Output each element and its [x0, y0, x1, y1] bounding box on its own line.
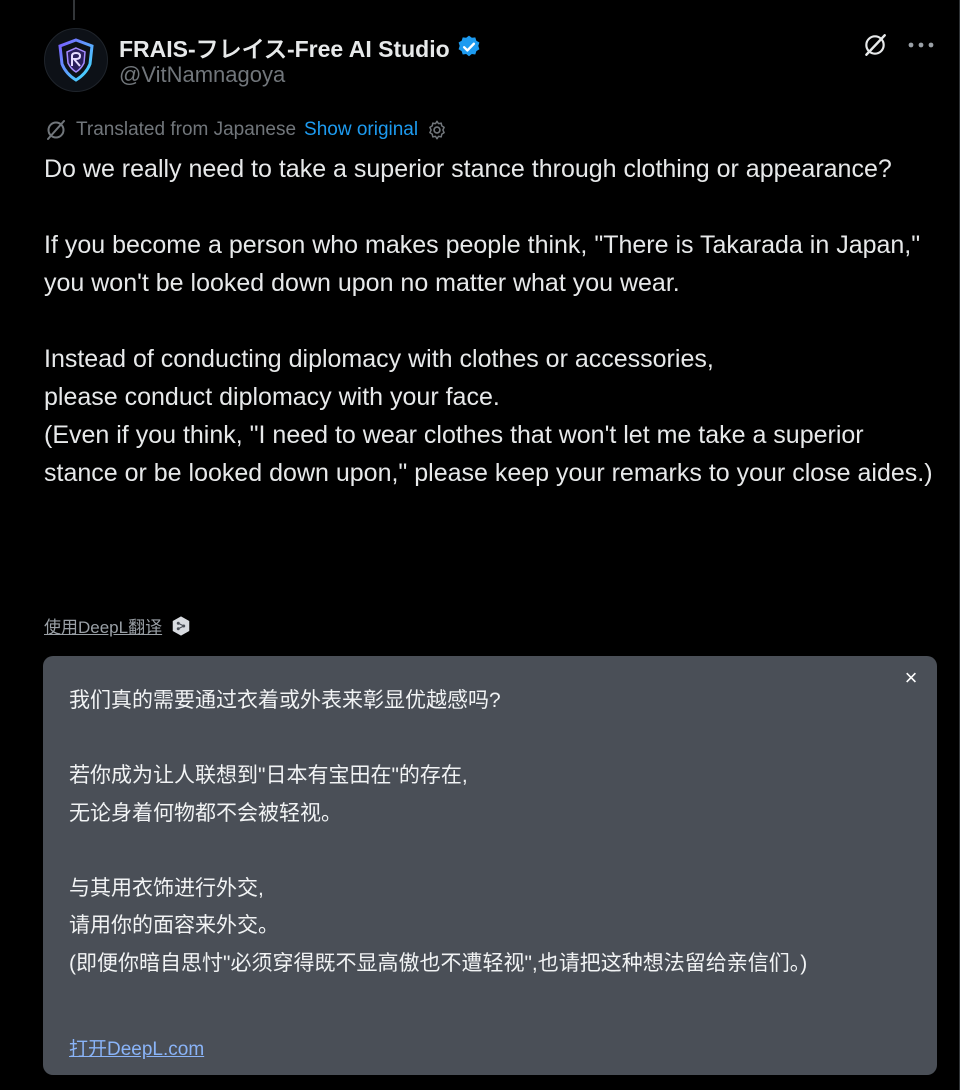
- grok-button[interactable]: [860, 30, 890, 60]
- open-deepl-link[interactable]: 打开DeepL.com: [69, 1034, 204, 1061]
- show-original-link[interactable]: Show original: [304, 119, 418, 141]
- verified-badge-icon: [458, 35, 480, 57]
- author-name-row[interactable]: FRAIS-フレイス-Free AI Studio: [119, 30, 482, 64]
- deepl-icon: [172, 615, 190, 636]
- translated-label: Translated from Japanese: [76, 119, 297, 140]
- gear-icon[interactable]: [426, 119, 448, 141]
- close-icon[interactable]: ×: [899, 666, 923, 690]
- deepl-translation-panel: × 我们真的需要通过衣着或外表来彰显优越感吗? 若你成为让人联想到"日本有宝田在…: [43, 656, 937, 1075]
- tweet-actions-top: [860, 30, 936, 60]
- use-deepl-label[interactable]: 使用DeepL翻译: [44, 613, 162, 638]
- author-handle[interactable]: @VitNamnagoya: [119, 62, 285, 88]
- avatar[interactable]: [44, 28, 108, 92]
- grok-icon: [865, 34, 886, 56]
- more-options-icon: [908, 42, 934, 48]
- thread-connector-line: [73, 0, 75, 20]
- deepl-translation-text: 我们真的需要通过衣着或外表来彰显优越感吗? 若你成为让人联想到"日本有宝田在"的…: [69, 689, 808, 975]
- author-name[interactable]: FRAIS-フレイス-Free AI Studio: [119, 30, 450, 64]
- tweet-text: Do we really need to take a superior sta…: [44, 155, 933, 487]
- use-deepl-link[interactable]: 使用DeepL翻译: [44, 613, 192, 638]
- translate-icon: [47, 120, 65, 140]
- shield-logo-icon: [58, 38, 94, 82]
- translation-bar: Translated from Japanese Show original: [44, 118, 448, 142]
- more-options-button[interactable]: [906, 30, 936, 60]
